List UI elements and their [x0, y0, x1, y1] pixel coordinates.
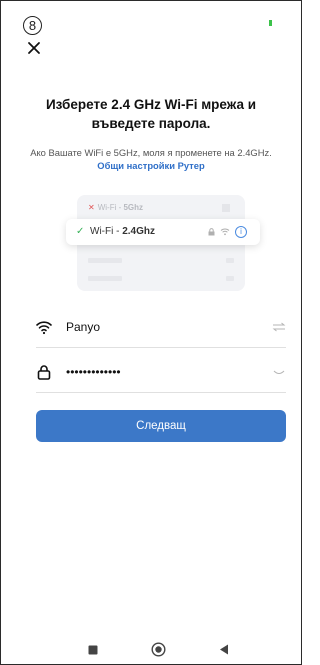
small-wifi-icon: [220, 228, 230, 236]
cross-icon: ✕: [88, 203, 95, 212]
wifi-name-field[interactable]: Panyo: [36, 308, 286, 348]
illustration-5ghz-band: 5Ghz: [123, 203, 144, 212]
wifi-name-value: Panyo: [66, 320, 101, 334]
password-field[interactable]: •••••••••••••: [36, 353, 286, 393]
illustration-24ghz-band: 2.4Ghz: [122, 226, 156, 237]
illustration-24ghz-card: ✓ Wi-Fi - 2.4Ghz i: [66, 219, 260, 245]
subtitle-text: Ако Вашате WiFi е 5GHz, моля я променете…: [30, 147, 272, 158]
step-badge: 8: [23, 16, 42, 35]
illustration-5ghz-row: ✕ Wi-Fi - 5Ghz: [88, 200, 236, 216]
router-settings-link[interactable]: Общи настройки Рутер: [97, 160, 204, 171]
close-icon[interactable]: [26, 40, 42, 56]
illustration-5ghz-prefix: Wi-Fi -: [97, 203, 124, 212]
switch-network-icon[interactable]: [272, 322, 286, 332]
illustration-placeholder-line: [226, 258, 234, 263]
eye-closed-icon[interactable]: [272, 367, 286, 377]
lock-icon: [37, 365, 51, 380]
page-subtitle: Ако Вашате WiFi е 5GHz, моля я променете…: [18, 146, 284, 172]
illustration-placeholder-line: [88, 258, 122, 263]
password-value: •••••••••••••: [66, 365, 121, 379]
page-title: Изберете 2.4 GHz Wi-Fi мрежа и въведете …: [45, 97, 257, 131]
illustration-24ghz-prefix: Wi-Fi -: [90, 226, 123, 237]
illustration-24ghz-label: Wi-Fi - 2.4Ghz: [90, 219, 155, 245]
back-icon[interactable]: [219, 644, 229, 655]
home-icon[interactable]: [151, 642, 166, 657]
status-indicator: [269, 20, 272, 26]
system-nav-bar: [0, 637, 302, 661]
check-icon: ✓: [76, 226, 85, 237]
illustration-placeholder-line: [88, 276, 122, 281]
small-lock-icon: [208, 228, 215, 236]
illustration-placeholder-line: [226, 276, 234, 281]
illustration-placeholder-icon: [222, 204, 230, 212]
recent-apps-icon[interactable]: [88, 645, 98, 655]
info-icon: i: [235, 226, 247, 238]
next-button[interactable]: Следващ: [36, 410, 286, 442]
wifi-icon: [36, 321, 52, 335]
